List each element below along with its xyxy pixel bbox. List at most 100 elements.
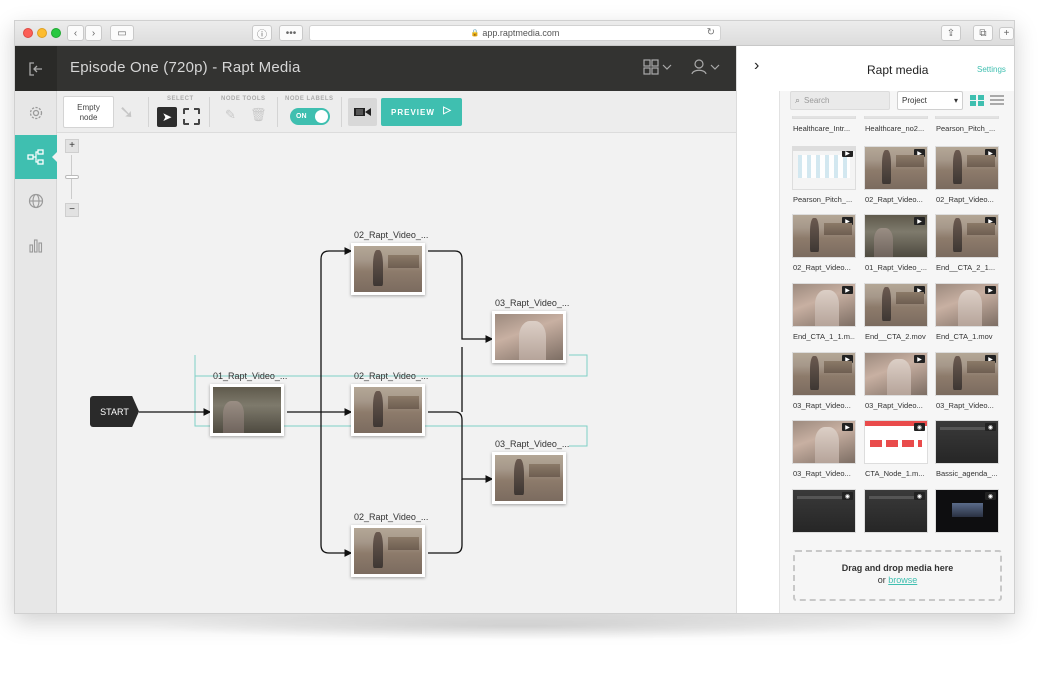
edit-node-button[interactable]: ✎	[225, 107, 236, 123]
preview-label: PREVIEW	[391, 107, 435, 117]
media-tile[interactable]: ◉	[936, 490, 998, 536]
drag-arrow-icon: ➘	[119, 102, 135, 122]
media-thumbnail: ◉	[936, 421, 998, 463]
media-tile[interactable]: ▶ 02_Rapt_Video...	[865, 147, 927, 204]
nav-publish[interactable]	[15, 179, 57, 223]
bar-chart-icon	[29, 239, 43, 253]
media-thumbnail: ▶	[793, 353, 855, 395]
media-tile[interactable]: ◉ Bassic_agenda_...	[936, 421, 998, 478]
minimize-window-button[interactable]	[37, 28, 47, 38]
video-icon: ▶	[842, 355, 853, 363]
gear-icon	[29, 106, 43, 120]
media-thumbnail	[793, 116, 855, 118]
delete-node-button[interactable]: 🗑	[250, 107, 267, 123]
media-tile[interactable]: ▶ End__CTA_2_1...	[936, 215, 998, 272]
dots-icon: •••	[285, 27, 297, 39]
media-caption: End_CTA_1.mov	[936, 332, 993, 341]
media-search-input[interactable]: ⌕ Search	[790, 91, 890, 110]
media-tile[interactable]: ◉	[793, 490, 855, 536]
media-dropzone[interactable]: Drag and drop media here or browse	[793, 550, 1002, 601]
node-tools-group-label: NODE TOOLS	[221, 96, 266, 102]
nav-story-graph[interactable]	[15, 135, 58, 179]
media-tile[interactable]: ▶ End_CTA_1.mov	[936, 284, 998, 341]
media-tile[interactable]: Healthcare_Intr...	[793, 116, 855, 133]
media-thumbnail: ◉	[865, 421, 927, 463]
media-thumbnail: ▶	[793, 421, 855, 463]
info-button[interactable]: ⓘ	[252, 25, 272, 41]
media-tile[interactable]: ◉ CTA_Node_1.m...	[865, 421, 927, 478]
video-icon: ▶	[985, 149, 996, 157]
media-tile[interactable]: Pearson_Pitch_...	[936, 116, 998, 133]
story-node[interactable]	[492, 311, 566, 363]
media-tile[interactable]: Healthcare_no2...	[865, 116, 927, 133]
media-tile[interactable]: ▶ 03_Rapt_Video...	[865, 353, 927, 410]
node-labels-toggle[interactable]: ON	[290, 108, 330, 125]
globe-icon	[28, 193, 44, 209]
media-tile[interactable]: ▶ 03_Rapt_Video...	[936, 353, 998, 410]
chevron-right-icon: ›	[754, 57, 760, 74]
story-node[interactable]	[210, 384, 284, 436]
apps-menu[interactable]	[643, 59, 673, 78]
media-tile[interactable]: ▶ Pearson_Pitch_...	[793, 147, 855, 204]
empty-node-button[interactable]: Empty node	[63, 96, 114, 128]
address-bar[interactable]: 🔒 app.raptmedia.com ↻	[309, 25, 721, 41]
media-tile[interactable]: ▶ 02_Rapt_Video...	[793, 215, 855, 272]
start-node[interactable]: START	[90, 396, 139, 427]
story-node[interactable]	[351, 243, 425, 295]
video-icon: ▶	[914, 217, 925, 225]
story-node[interactable]	[351, 384, 425, 436]
media-tile[interactable]: ◉	[865, 490, 927, 536]
sidebar-toggle-button[interactable]: ▭	[110, 25, 134, 41]
media-caption: 01_Rapt_Video_...	[865, 263, 927, 272]
select-pointer-button[interactable]: ➤	[157, 107, 177, 127]
reload-icon[interactable]: ↻	[707, 27, 715, 38]
info-icon: ⓘ	[257, 29, 267, 41]
nav-settings[interactable]	[15, 91, 57, 135]
project-select[interactable]: Project ▾	[897, 91, 963, 110]
media-tile[interactable]: ▶ End__CTA_2.mov	[865, 284, 927, 341]
preview-button[interactable]: PREVIEW ▷	[381, 98, 462, 126]
video-icon: ▶	[842, 423, 853, 431]
media-thumbnail	[865, 116, 927, 118]
chevron-right-icon: ›	[91, 27, 96, 39]
media-tile[interactable]: ▶ 03_Rapt_Video...	[793, 421, 855, 478]
media-tile[interactable]: ▶ 02_Rapt_Video...	[936, 147, 998, 204]
search-placeholder: Search	[804, 96, 830, 105]
media-panel-title: Rapt media	[867, 63, 929, 77]
settings-link[interactable]: Settings	[977, 65, 1006, 74]
collapse-panel-button[interactable]: ›	[754, 57, 759, 75]
pencil-icon: ✎	[225, 107, 236, 122]
user-menu[interactable]	[691, 59, 721, 78]
marquee-select-button[interactable]	[183, 108, 200, 125]
forward-button[interactable]: ›	[85, 25, 102, 41]
nav-analytics[interactable]	[15, 223, 57, 267]
browse-link[interactable]: browse	[888, 575, 917, 585]
maximize-window-button[interactable]	[51, 28, 61, 38]
close-window-button[interactable]	[23, 28, 33, 38]
project-select-value: Project	[902, 96, 927, 105]
grid-view-button[interactable]	[970, 95, 984, 106]
share-button[interactable]: ⇪	[941, 25, 961, 41]
story-node[interactable]	[492, 452, 566, 504]
video-icon: ▶	[985, 217, 996, 225]
media-scrollbar[interactable]	[1014, 116, 1015, 614]
video-icon: ▶	[985, 355, 996, 363]
camera-icon: ◉	[985, 492, 996, 500]
list-view-button[interactable]	[990, 95, 1004, 106]
media-mode-button[interactable]	[348, 98, 377, 126]
back-button[interactable]: ‹	[67, 25, 84, 41]
story-node[interactable]	[351, 525, 425, 577]
exit-button[interactable]	[15, 46, 57, 91]
media-tile[interactable]: ▶ End_CTA_1_1.m...	[793, 284, 855, 341]
empty-node-label: Empty node	[77, 103, 100, 122]
media-thumbnail	[936, 116, 998, 118]
media-tile[interactable]: ▶ 03_Rapt_Video...	[793, 353, 855, 410]
media-tile[interactable]: ▶ 01_Rapt_Video_...	[865, 215, 927, 272]
new-tab-button[interactable]: +	[999, 27, 1014, 40]
trash-icon: 🗑	[250, 107, 267, 122]
share-icon: ⇪	[946, 27, 956, 39]
story-canvas[interactable]: + − START 01_Rapt_Video_... 02_Rapt_Vide…	[57, 133, 778, 613]
cursor-arrow-icon: ➤	[161, 110, 173, 124]
tabs-button[interactable]: ⧉	[973, 25, 993, 41]
passwords-button[interactable]: •••	[279, 25, 303, 41]
